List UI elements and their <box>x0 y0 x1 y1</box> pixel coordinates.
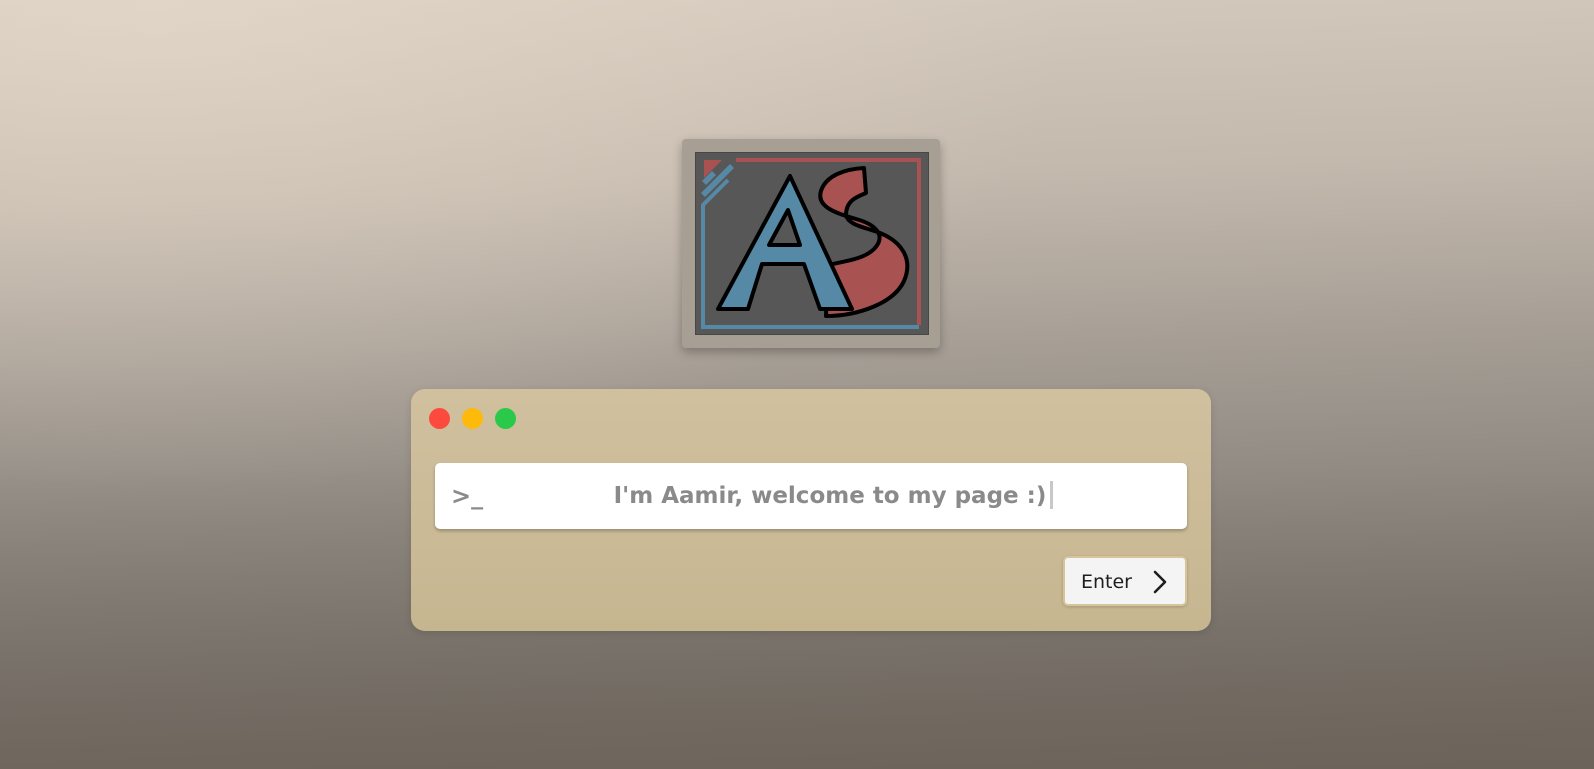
logo-frame <box>682 139 940 348</box>
chevron-right-icon <box>1149 570 1171 594</box>
enter-button-label: Enter <box>1081 571 1132 593</box>
enter-button[interactable]: Enter <box>1063 556 1187 606</box>
minimize-button[interactable] <box>462 408 483 429</box>
text-cursor <box>1050 481 1054 509</box>
terminal-input[interactable]: >_ I'm Aamir, welcome to my page :) <box>435 463 1187 529</box>
maximize-button[interactable] <box>495 408 516 429</box>
typed-text: I'm Aamir, welcome to my page :) <box>613 483 1047 509</box>
background-glow <box>0 0 1594 769</box>
prompt-line: I'm Aamir, welcome to my page :) <box>435 481 1187 511</box>
close-button[interactable] <box>429 408 450 429</box>
terminal-window: >_ I'm Aamir, welcome to my page :) Ente… <box>411 389 1211 631</box>
as-monogram-logo <box>695 152 929 335</box>
